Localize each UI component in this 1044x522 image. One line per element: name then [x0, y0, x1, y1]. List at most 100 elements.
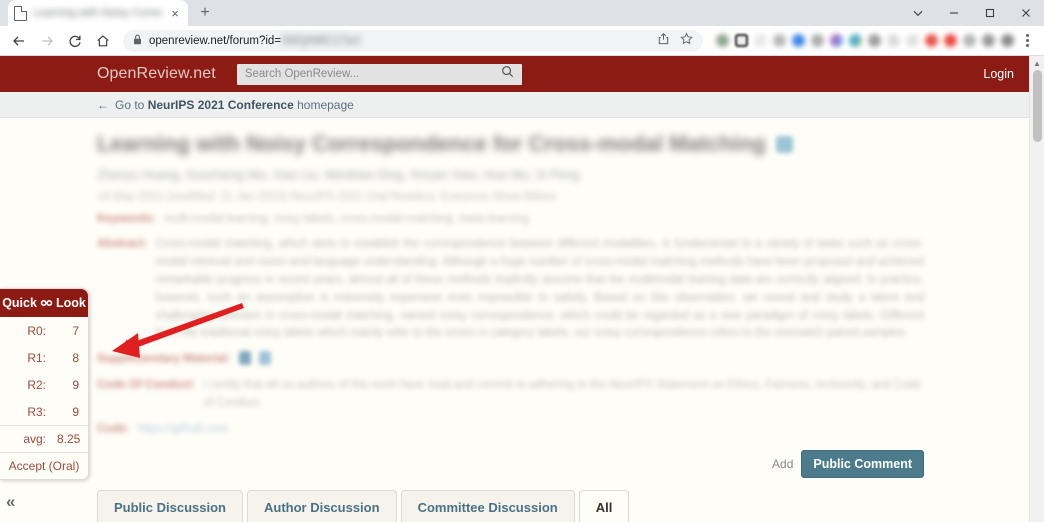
code-value[interactable]: https://github.com	[138, 421, 229, 439]
tab-search-chevron-down-icon[interactable]	[900, 0, 936, 26]
page-viewport: OpenReview.net Search OpenReview... Logi…	[0, 56, 1044, 522]
extension-icon[interactable]	[849, 34, 862, 47]
new-tab-button[interactable]: +	[192, 0, 218, 26]
abstract-value: Cross-modal matching, which aims to esta…	[155, 238, 924, 340]
rating-label: R2:	[27, 377, 46, 392]
extension-icon[interactable]	[811, 34, 824, 47]
rating-row: R1: 8	[0, 344, 88, 371]
browser-toolbar: openreview.net/forum?id= S9ZyhWC17wJ	[0, 26, 1044, 56]
window-controls	[900, 0, 1044, 26]
supplementary-field: Supplementary Material:	[97, 351, 924, 369]
pdf-icon[interactable]	[775, 136, 793, 153]
bookmark-star-icon[interactable]	[680, 31, 693, 50]
extension-icon[interactable]	[735, 34, 748, 47]
login-link[interactable]: Login	[983, 67, 1014, 81]
extension-icon[interactable]	[925, 34, 938, 47]
code-label: Code:	[97, 422, 130, 435]
tab-committee-discussion[interactable]: Committee Discussion	[400, 490, 575, 522]
glasses-icon	[40, 299, 53, 307]
breadcrumb-venue[interactable]: NeurIPS 2021 Conference	[148, 98, 294, 112]
supplementary-link-icon[interactable]	[258, 351, 271, 366]
extension-icon[interactable]	[716, 34, 729, 47]
extension-icon[interactable]	[830, 34, 843, 47]
search-placeholder: Search OpenReview...	[244, 68, 360, 80]
abstract-field: Abstract: Cross-modal matching, which ai…	[97, 236, 924, 343]
url-blurred-part: S9ZyhWC17wJ	[281, 34, 361, 47]
page-scrollbar[interactable]: ▲	[1029, 56, 1044, 522]
minimize-icon[interactable]	[936, 0, 972, 26]
rating-label: R1:	[27, 350, 46, 365]
url-visible-part: openreview.net/forum?id=	[149, 34, 282, 47]
rating-value: 7	[72, 323, 79, 338]
address-bar-url: openreview.net/forum?id= S9ZyhWC17wJ	[149, 35, 360, 47]
rating-label: R0:	[27, 323, 46, 338]
forum-content: Learning with Noisy Correspondence for C…	[0, 118, 1044, 522]
scrollbar-thumb[interactable]	[1033, 70, 1042, 142]
rating-value: 9	[72, 377, 79, 392]
tab-close-icon[interactable]: ×	[168, 7, 182, 20]
rating-value: 8	[72, 350, 79, 365]
supplementary-label: Supplementary Material:	[97, 353, 231, 366]
breadcrumb: ← Go to NeurIPS 2021 Conference homepage	[0, 92, 1044, 118]
keywords-field: Keywords: multi-modal learning, noisy la…	[97, 211, 924, 229]
tab-all[interactable]: All	[578, 490, 630, 522]
maximize-icon[interactable]	[972, 0, 1008, 26]
quick-look-collapse-icon[interactable]: «	[6, 493, 15, 510]
scroll-up-icon[interactable]: ▲	[1030, 56, 1044, 70]
browser-tab[interactable]: Learning with Noisy Correspon... ×	[8, 0, 188, 26]
quick-look-panel: Quick Look R0: 7 R1: 8 R2: 9 R3: 9 avg: …	[0, 288, 89, 480]
quick-look-title-left: Quick	[2, 296, 37, 310]
home-icon[interactable]	[90, 28, 116, 54]
tab-favicon-icon	[14, 5, 27, 21]
back-icon[interactable]	[6, 28, 32, 54]
supplementary-file-icon[interactable]	[238, 351, 251, 366]
rating-label: R3:	[27, 404, 46, 419]
rating-row: R3: 9	[0, 398, 88, 425]
extension-icon[interactable]	[792, 34, 805, 47]
extension-icon[interactable]	[754, 34, 767, 47]
browser-menu-icon[interactable]	[1016, 34, 1038, 47]
tab-public-discussion[interactable]: Public Discussion	[97, 490, 243, 522]
average-value: 8.25	[57, 432, 81, 446]
extension-icon[interactable]	[906, 34, 919, 47]
search-icon[interactable]	[501, 65, 514, 83]
tab-strip: Learning with Noisy Correspon... × +	[0, 0, 1044, 26]
share-icon[interactable]	[657, 32, 670, 50]
extension-icon[interactable]	[963, 34, 976, 47]
discussion-tabs: Public Discussion Author Discussion Comm…	[97, 489, 924, 522]
extension-icons	[710, 34, 1014, 47]
author-list: Zhenyu Huang, Guocheng Niu, Xiao Liu, We…	[97, 167, 580, 182]
paper-title-row: Learning with Noisy Correspondence for C…	[97, 130, 924, 158]
breadcrumb-prefix: Go to	[115, 97, 145, 112]
code-field: Code: https://github.com	[97, 421, 924, 439]
forward-icon[interactable]	[34, 28, 60, 54]
browser-window: Learning with Noisy Correspon... × +	[0, 0, 1044, 522]
openreview-logo[interactable]: OpenReview.net	[97, 65, 216, 83]
tab-author-discussion[interactable]: Author Discussion	[246, 490, 397, 522]
extension-icon[interactable]	[1001, 34, 1014, 47]
breadcrumb-suffix: homepage	[297, 97, 354, 112]
extension-icon[interactable]	[887, 34, 900, 47]
extension-icon[interactable]	[944, 34, 957, 47]
tab-title: Learning with Noisy Correspon...	[33, 7, 162, 19]
public-comment-button[interactable]: Public Comment	[801, 450, 924, 479]
keywords-label: Keywords:	[97, 212, 156, 225]
extension-icon[interactable]	[868, 34, 881, 47]
omnibox-actions	[657, 31, 693, 50]
code-of-conduct-value: I certify that all co-authors of this wo…	[203, 379, 921, 409]
rating-row: R0: 7	[0, 317, 88, 344]
rating-row: R2: 9	[0, 371, 88, 398]
address-bar[interactable]: openreview.net/forum?id= S9ZyhWC17wJ	[123, 29, 703, 52]
logo-main: OpenReview	[97, 65, 189, 82]
paper-meta: 14 May 2021 (modified: 21 Jan 2022) Neur…	[97, 190, 557, 203]
reload-icon[interactable]	[62, 28, 88, 54]
keywords-value: multi-modal learning, noisy labels, cros…	[163, 212, 529, 225]
average-row: avg: 8.25	[0, 425, 88, 452]
close-window-icon[interactable]	[1008, 0, 1044, 26]
quick-look-header: Quick Look	[0, 289, 88, 317]
extension-icon[interactable]	[773, 34, 786, 47]
rating-value: 9	[72, 404, 79, 419]
search-input[interactable]: Search OpenReview...	[236, 63, 522, 85]
add-comment-row: Add Public Comment	[97, 450, 924, 479]
extension-icon[interactable]	[982, 34, 995, 47]
